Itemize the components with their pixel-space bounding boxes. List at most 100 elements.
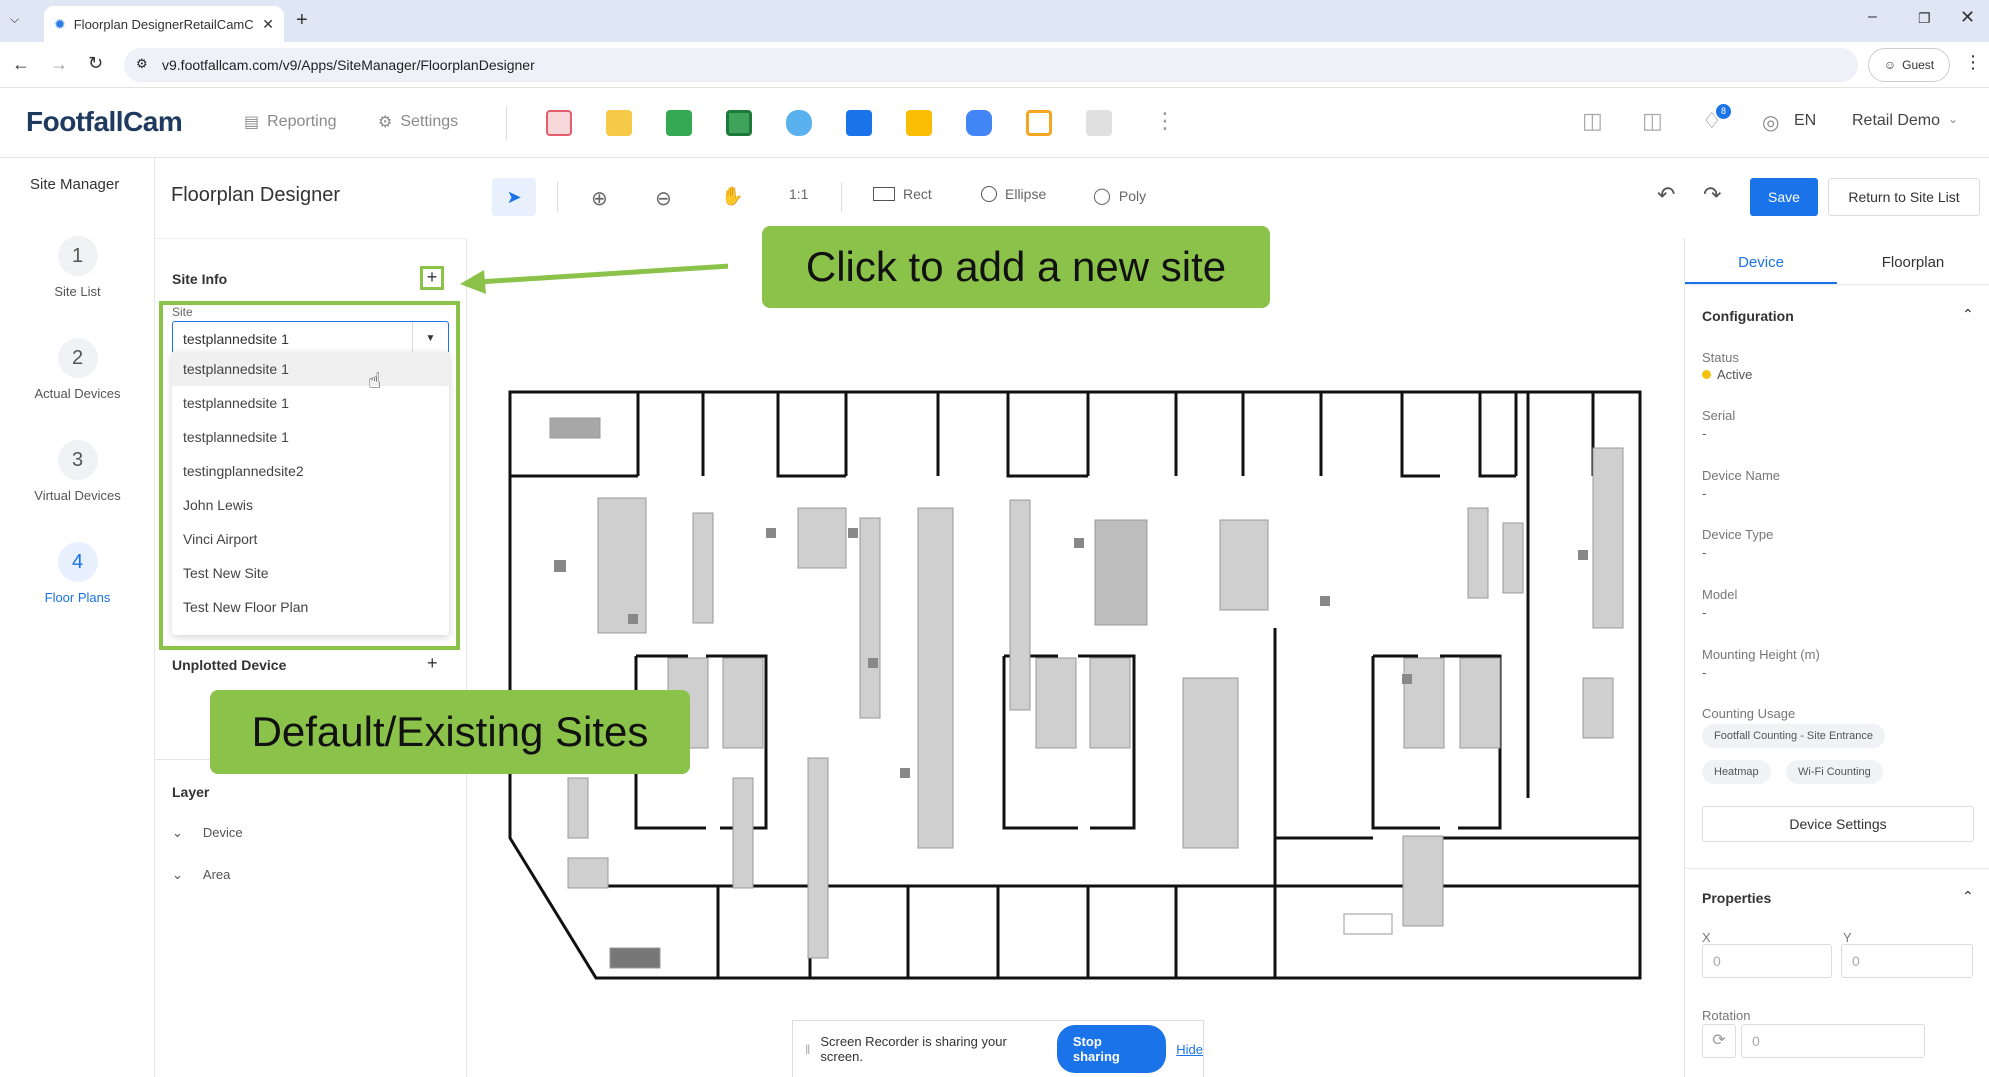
hide-link[interactable]: Hide: [1176, 1042, 1203, 1057]
nav-settings[interactable]: ⚙ Settings: [378, 112, 458, 132]
device-settings-button[interactable]: Device Settings: [1702, 806, 1974, 842]
zoom-out-tool[interactable]: ⊖: [655, 186, 672, 211]
tab-floorplan[interactable]: Floorplan: [1837, 254, 1989, 271]
add-site-button[interactable]: +: [420, 266, 444, 290]
tab-device[interactable]: Device: [1685, 254, 1837, 271]
screen-recorder-bar: ‖ Screen Recorder is sharing your screen…: [792, 1020, 1204, 1077]
reload-icon[interactable]: ↻: [88, 53, 103, 74]
status-value: Active: [1717, 367, 1753, 382]
profile-icon: ☺: [1883, 58, 1897, 72]
account-menu[interactable]: Retail Demo ⌄: [1852, 112, 1958, 130]
ticket-icon[interactable]: ◫: [1582, 108, 1603, 134]
site-option[interactable]: testplannedsite 1: [172, 352, 449, 386]
ellipse-tool[interactable]: Ellipse: [981, 186, 1046, 202]
site-option[interactable]: John Lewis: [172, 488, 449, 522]
drag-handle-icon[interactable]: ‖: [805, 1042, 810, 1057]
calendar-app-icon[interactable]: [666, 110, 692, 136]
callout-arrow: [460, 263, 728, 294]
language-label[interactable]: EN: [1794, 112, 1816, 130]
site-manager-rail: Site Manager 1 Site List 2 Actual Device…: [0, 158, 155, 1077]
close-window-icon[interactable]: ✕: [1960, 7, 1975, 28]
collapse-chevron-icon[interactable]: ⌃: [1962, 306, 1974, 323]
zoom-in-tool[interactable]: ⊕: [591, 186, 608, 211]
nav-reporting[interactable]: ▤ Reporting: [244, 112, 337, 132]
stop-sharing-button[interactable]: Stop sharing: [1056, 1025, 1167, 1073]
profile-label: Guest: [1902, 58, 1935, 72]
forward-icon[interactable]: →: [50, 54, 68, 75]
undo-icon[interactable]: ↶: [1657, 182, 1675, 208]
database-app-icon[interactable]: [966, 110, 992, 136]
site-option[interactable]: Test New Floor Plan: [172, 590, 449, 624]
layer-area[interactable]: ⌄ Area: [172, 867, 230, 883]
polygon-icon: ◯: [1093, 188, 1111, 205]
browser-tab[interactable]: ✹ Floorplan DesignerRetailCamC... ✕: [44, 6, 284, 42]
site-option[interactable]: Test New Site: [172, 556, 449, 590]
more-apps-icon[interactable]: ⋮: [1154, 108, 1176, 134]
zoom-reset-tool[interactable]: 1:1: [789, 186, 808, 202]
add-unplotted-device-icon[interactable]: +: [427, 653, 438, 674]
model-label: Model: [1702, 587, 1738, 602]
floorplan-canvas[interactable]: [468, 238, 1684, 1077]
chat-icon[interactable]: ◫: [1642, 108, 1663, 134]
select-tool[interactable]: ➤: [492, 178, 536, 216]
site-select-value: testplannedsite 1: [183, 331, 289, 347]
account-name: Retail Demo: [1852, 112, 1941, 129]
step-label: Actual Devices: [34, 386, 121, 401]
back-icon[interactable]: ←: [12, 54, 30, 75]
site-option[interactable]: testplannedsite 1: [172, 386, 449, 420]
site-option[interactable]: Vinci Airport: [172, 522, 449, 556]
chart-app-icon[interactable]: [606, 110, 632, 136]
grid-app-icon[interactable]: [1026, 110, 1052, 136]
device-name-label: Device Name: [1702, 468, 1781, 483]
step-virtual-devices[interactable]: 3 Virtual Devices: [0, 440, 155, 503]
collapse-chevron-icon[interactable]: ⌃: [1962, 888, 1974, 905]
step-floor-plans[interactable]: 4 Floor Plans: [0, 542, 155, 605]
profile-button[interactable]: ☺ Guest: [1868, 48, 1950, 82]
step-actual-devices[interactable]: 2 Actual Devices: [0, 338, 155, 401]
url-input[interactable]: ⚙ v9.footfallcam.com/v9/Apps/SiteManager…: [124, 48, 1858, 82]
restore-icon[interactable]: ❐: [1918, 10, 1931, 27]
dropdown-caret-icon: ▼: [412, 322, 448, 356]
poly-label: Poly: [1118, 188, 1147, 204]
serial-value: -: [1702, 426, 1707, 441]
weather-app-icon[interactable]: [786, 110, 812, 136]
globe-icon[interactable]: ◎: [1762, 110, 1779, 135]
return-to-site-list-button[interactable]: Return to Site List: [1828, 178, 1980, 216]
add-site-callout: Click to add a new site: [762, 226, 1270, 308]
configuration-heading: Configuration: [1702, 308, 1794, 324]
gift-app-icon[interactable]: [546, 110, 572, 136]
app-header: FootfallCam ▤ Reporting ⚙ Settings ⋮ ◫ ◫…: [0, 88, 1989, 158]
step-number: 2: [57, 338, 98, 378]
device-app-icon[interactable]: [1086, 110, 1112, 136]
close-tab-icon[interactable]: ✕: [262, 16, 274, 33]
minimize-icon[interactable]: –: [1868, 8, 1877, 26]
tab-search-icon[interactable]: ⌵: [10, 12, 28, 30]
logo[interactable]: FootfallCam: [26, 106, 183, 138]
x-input[interactable]: 0: [1702, 944, 1832, 978]
poly-tool[interactable]: ◯ Poly: [1093, 186, 1146, 206]
browser-menu-icon[interactable]: ⋮: [1964, 52, 1982, 73]
ellipse-label: Ellipse: [1005, 186, 1047, 202]
tab-title: Floorplan DesignerRetailCamC...: [73, 16, 255, 32]
rotation-input[interactable]: 0: [1741, 1024, 1925, 1058]
step-site-list[interactable]: 1 Site List: [0, 236, 155, 299]
home-app-icon[interactable]: [846, 110, 872, 136]
layer-device[interactable]: ⌄ Device: [172, 825, 243, 841]
rect-tool[interactable]: Rect: [873, 186, 932, 202]
properties-heading: Properties: [1702, 890, 1772, 906]
alert-app-icon[interactable]: [906, 110, 932, 136]
nav-reporting-label: Reporting: [267, 113, 337, 130]
site-info-icon[interactable]: ⚙: [136, 56, 148, 72]
chevron-down-icon: ⌄: [1948, 112, 1959, 126]
notification-badge: 8: [1716, 104, 1731, 119]
site-option[interactable]: testingplannedsite2: [172, 454, 449, 488]
spreadsheet-app-icon[interactable]: [726, 110, 752, 136]
pan-tool[interactable]: ✋: [721, 186, 743, 207]
properties-panel: Device Floorplan Configuration ⌃ Status …: [1684, 238, 1989, 1077]
save-button[interactable]: Save: [1750, 178, 1818, 216]
new-tab-icon[interactable]: +: [296, 9, 308, 32]
rotation-icon-button[interactable]: ⟳: [1702, 1024, 1736, 1058]
site-option[interactable]: testplannedsite 1: [172, 420, 449, 454]
redo-icon[interactable]: ↷: [1703, 182, 1721, 208]
y-input[interactable]: 0: [1841, 944, 1973, 978]
